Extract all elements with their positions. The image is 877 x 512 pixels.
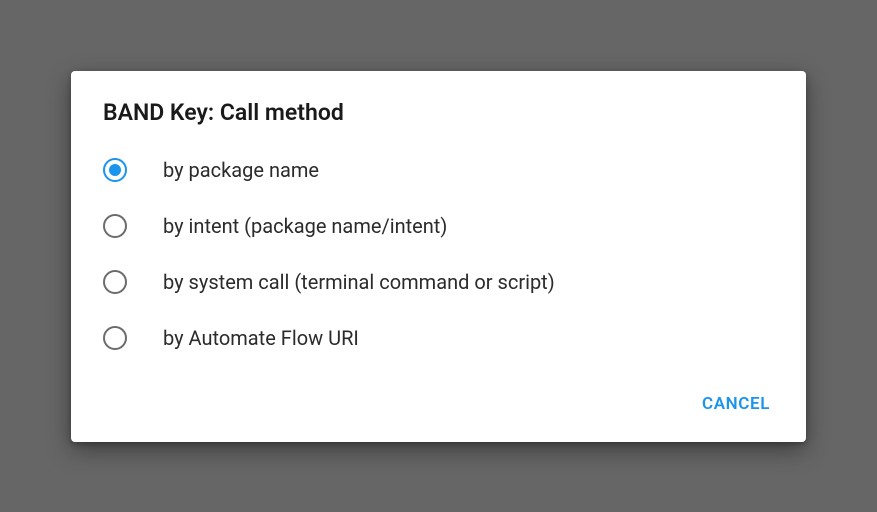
radio-option-package-name[interactable]: by package name xyxy=(71,142,806,198)
radio-inner-dot xyxy=(109,164,121,176)
dialog-actions: CANCEL xyxy=(71,366,806,430)
radio-label: by package name xyxy=(163,158,319,182)
radio-button-icon xyxy=(103,270,127,294)
radio-list: by package name by intent (package name/… xyxy=(71,142,806,366)
radio-label: by system call (terminal command or scri… xyxy=(163,270,555,294)
radio-button-icon xyxy=(103,158,127,182)
radio-option-intent[interactable]: by intent (package name/intent) xyxy=(71,198,806,254)
radio-button-icon xyxy=(103,326,127,350)
radio-label: by Automate Flow URI xyxy=(163,326,359,350)
radio-option-automate-flow[interactable]: by Automate Flow URI xyxy=(71,310,806,366)
dialog: BAND Key: Call method by package name by… xyxy=(71,71,806,442)
radio-option-system-call[interactable]: by system call (terminal command or scri… xyxy=(71,254,806,310)
cancel-button[interactable]: CANCEL xyxy=(690,386,782,422)
dialog-title: BAND Key: Call method xyxy=(71,95,806,142)
radio-label: by intent (package name/intent) xyxy=(163,214,447,238)
radio-button-icon xyxy=(103,214,127,238)
